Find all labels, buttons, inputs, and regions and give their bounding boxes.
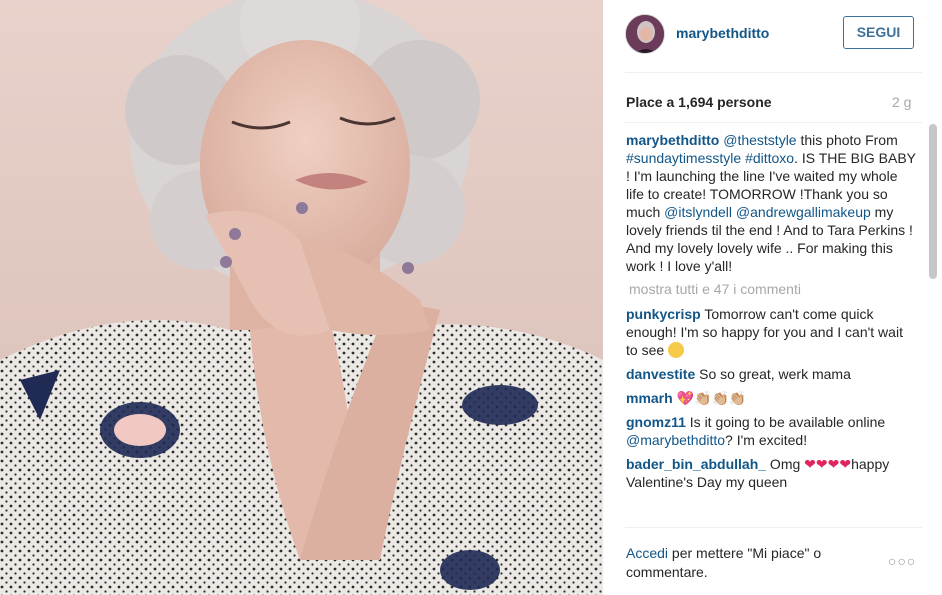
hashtag-link[interactable]: #sundaytimesstyle bbox=[626, 150, 741, 166]
comment: gnomz11 Is it going to be available onli… bbox=[626, 413, 916, 449]
post-photo[interactable] bbox=[0, 0, 603, 595]
post-header: marybethditto SEGUI bbox=[605, 0, 942, 72]
comment-username[interactable]: mmarh bbox=[626, 390, 673, 406]
hashtag-link[interactable]: #dittoxo bbox=[745, 150, 794, 166]
avatar[interactable] bbox=[625, 14, 665, 54]
login-link[interactable]: Accedi bbox=[626, 545, 668, 561]
mention-link[interactable]: @itslyndell bbox=[664, 204, 732, 220]
hearts-emoji-icon: ❤❤❤❤ bbox=[804, 456, 852, 472]
likes-divider bbox=[625, 122, 922, 123]
header-divider bbox=[625, 72, 922, 73]
mention-link[interactable]: @andrewgallimakeup bbox=[736, 204, 871, 220]
comments-scrollbar[interactable] bbox=[929, 124, 937, 279]
comment-username[interactable]: gnomz11 bbox=[626, 414, 686, 430]
follow-button[interactable]: SEGUI bbox=[843, 16, 914, 49]
post-username[interactable]: marybethditto bbox=[676, 25, 769, 41]
comment-username[interactable]: punkycrisp bbox=[626, 306, 701, 322]
comment: bader_bin_abdullah_ Omg ❤❤❤❤happy Valent… bbox=[626, 455, 916, 491]
more-dots-icon[interactable]: ○○○ bbox=[888, 553, 916, 569]
comment-text: 💖👏🏼👏🏼👏🏼 bbox=[672, 390, 747, 406]
comment-username[interactable]: danvestite bbox=[626, 366, 695, 382]
likes-count[interactable]: Place a 1,694 persone bbox=[626, 94, 772, 110]
comment-text: ? I'm excited! bbox=[725, 432, 808, 448]
post-age[interactable]: 2 g bbox=[892, 94, 911, 110]
caption: marybethditto @theststyle this photo Fro… bbox=[626, 131, 916, 275]
comments-list[interactable]: marybethditto @theststyle this photo Fro… bbox=[626, 131, 916, 525]
comment: danvestite So so great, werk mama bbox=[626, 365, 916, 383]
caption-text: this photo From bbox=[796, 132, 898, 148]
grin-emoji-icon bbox=[668, 342, 685, 358]
avatar-image bbox=[626, 15, 664, 53]
comment: punkycrisp Tomorrow can't come quick eno… bbox=[626, 305, 916, 359]
comment-text: So so great, werk mama bbox=[695, 366, 851, 382]
photo-illustration bbox=[0, 0, 603, 595]
show-all-comments-link[interactable]: mostra tutti e 47 i commenti bbox=[629, 281, 916, 297]
post-side-panel: marybethditto SEGUI Place a 1,694 person… bbox=[605, 0, 942, 595]
caption-username[interactable]: marybethditto bbox=[626, 132, 719, 148]
mention-link[interactable]: @marybethditto bbox=[626, 432, 725, 448]
comment-text: Omg bbox=[766, 456, 805, 472]
footer-divider bbox=[625, 527, 922, 528]
login-prompt: Accedi per mettere "Mi piace" o commenta… bbox=[626, 544, 866, 582]
comment-username[interactable]: bader_bin_abdullah_ bbox=[626, 456, 766, 472]
comment: mmarh 💖👏🏼👏🏼👏🏼 bbox=[626, 389, 916, 407]
comment-text: Is it going to be available online bbox=[685, 414, 886, 430]
mention-link[interactable]: @theststyle bbox=[723, 132, 796, 148]
